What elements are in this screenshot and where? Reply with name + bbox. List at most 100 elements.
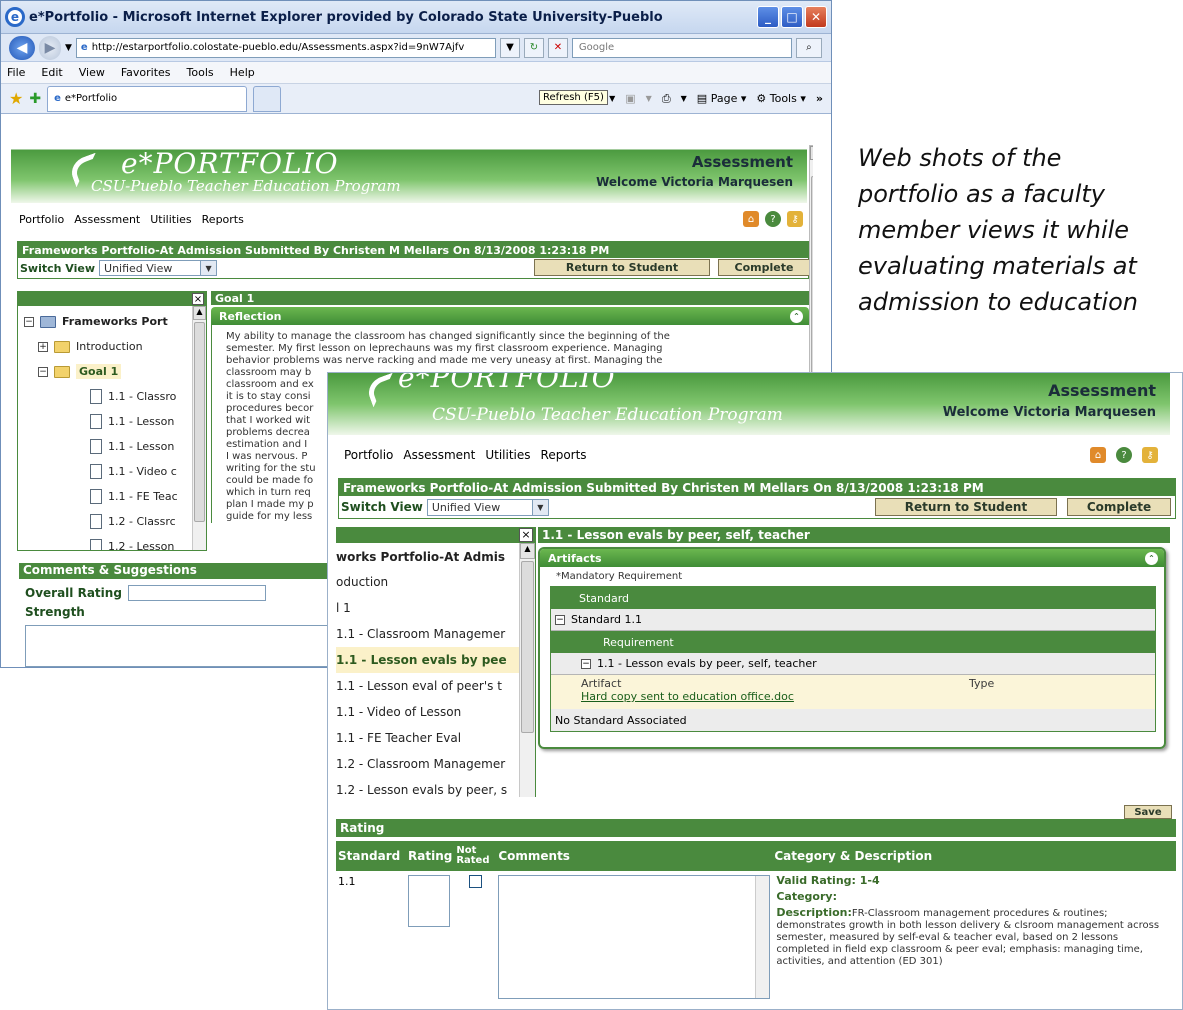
key-icon[interactable]: ⚷ xyxy=(1142,447,1158,463)
tree-item[interactable]: 1.1 - FE Teacher Eval xyxy=(336,725,535,751)
nav-assessment[interactable]: Assessment xyxy=(403,448,475,462)
minimize-button[interactable]: _ xyxy=(757,6,779,28)
chevron-more-icon[interactable]: » xyxy=(816,92,823,105)
address-dropdown-button[interactable]: ▼ xyxy=(499,37,520,58)
artifact-link[interactable]: Hard copy sent to education office.doc xyxy=(581,690,1155,703)
nav-reports[interactable]: Reports xyxy=(202,213,244,226)
tree-item[interactable]: 1.1 - Lesson eval of peer's t xyxy=(336,673,535,699)
key-icon[interactable]: ⚷ xyxy=(787,211,803,227)
nav-portfolio[interactable]: Portfolio xyxy=(19,213,64,226)
tools-menu[interactable]: ⚙ Tools ▾ xyxy=(756,92,806,105)
tree-item[interactable]: oduction xyxy=(336,569,535,595)
tree-item[interactable]: + Introduction xyxy=(24,334,206,359)
help-icon[interactable]: ? xyxy=(765,211,781,227)
collapse-artifacts-icon[interactable]: ⌃ xyxy=(1145,551,1158,565)
tools-gear-icon: ⚙ xyxy=(756,92,767,105)
tree-item[interactable]: 1.1 - Classroom Managemer xyxy=(336,621,535,647)
tree-item[interactable]: 1.1 - Lesson xyxy=(24,409,206,434)
overall-rating-input[interactable] xyxy=(127,585,266,601)
menu-help[interactable]: Help xyxy=(230,66,255,79)
tree-item[interactable]: l 1 xyxy=(336,595,535,621)
logo-subtitle-2: CSU-Pueblo Teacher Education Program xyxy=(432,405,783,425)
tree-item[interactable]: 1.1 - Lesson xyxy=(24,434,206,459)
nav-portfolio[interactable]: Portfolio xyxy=(344,448,393,462)
search-icon[interactable]: ⌕ xyxy=(795,37,822,58)
menu-view[interactable]: View xyxy=(79,66,105,79)
stop-icon[interactable]: ✕ xyxy=(547,37,568,58)
close-tree-icon[interactable]: × xyxy=(519,528,533,542)
page-menu[interactable]: ▤ Page ▾ xyxy=(697,92,747,105)
tree-item[interactable]: − Goal 1 xyxy=(24,359,206,384)
print-icon[interactable]: ⎙ xyxy=(662,92,671,106)
nav-utilities[interactable]: Utilities xyxy=(485,448,530,462)
scroll-thumb[interactable] xyxy=(521,561,534,733)
tree-item[interactable]: works Portfolio-At Admis xyxy=(336,545,535,569)
refresh-icon[interactable]: ↻ xyxy=(523,37,544,58)
tree-item-label: 1.1 - Lesson eval of peer's t xyxy=(336,679,502,693)
comments-textarea[interactable] xyxy=(498,875,771,999)
help-icon[interactable]: ? xyxy=(1116,447,1132,463)
forward-button[interactable]: ▶ xyxy=(39,35,61,60)
menu-file[interactable]: File xyxy=(7,66,25,79)
home-nav-icon[interactable]: ⌂ xyxy=(743,211,759,227)
overall-rating-label: Overall Rating xyxy=(25,586,122,600)
tree-item[interactable]: 1.1 - Classro xyxy=(24,384,206,409)
not-rated-checkbox[interactable] xyxy=(468,875,482,888)
print-dropdown-icon[interactable]: ▼ xyxy=(681,94,687,103)
new-tab-button[interactable] xyxy=(253,85,282,112)
collapse-requirement-icon[interactable]: − xyxy=(581,658,591,669)
home-nav-icon[interactable]: ⌂ xyxy=(1090,447,1106,463)
scroll-up-icon[interactable]: ▲ xyxy=(520,543,535,559)
search-input[interactable]: Google xyxy=(571,37,792,58)
collapse-standard-icon[interactable]: − xyxy=(555,614,565,625)
return-to-student-button[interactable]: Return to Student xyxy=(534,259,710,276)
collapse-icon[interactable]: − xyxy=(38,366,48,377)
strength-input[interactable] xyxy=(25,625,329,667)
tree-item[interactable]: 1.2 - Lesson evals by peer, s xyxy=(336,777,535,797)
menu-favorites[interactable]: Favorites xyxy=(121,66,171,79)
nav-utilities[interactable]: Utilities xyxy=(150,213,191,226)
menu-tools[interactable]: Tools xyxy=(187,66,214,79)
tree-item[interactable]: 1.1 - FE Teac xyxy=(24,484,206,509)
close-window-button[interactable]: ✕ xyxy=(805,6,827,28)
page-scroll-up-icon[interactable]: ▲ xyxy=(810,146,813,160)
expand-icon[interactable]: + xyxy=(38,341,48,352)
scroll-up-icon[interactable]: ▲ xyxy=(193,306,206,320)
complete-button[interactable]: Complete xyxy=(718,259,810,276)
tree-item[interactable]: 1.2 - Classroom Managemer xyxy=(336,751,535,777)
tree-item[interactable]: 1.2 - Lesson xyxy=(24,534,206,550)
feeds-icon[interactable]: ▣ xyxy=(625,92,635,105)
tab-eportfolio[interactable]: e e*Portfolio xyxy=(47,85,248,112)
rating-input[interactable] xyxy=(408,875,450,927)
maximize-button[interactable]: □ xyxy=(781,6,803,28)
switch-view-select[interactable]: Unified View ▼ xyxy=(426,498,549,516)
back-button[interactable]: ◀ xyxy=(9,35,35,60)
nav-reports[interactable]: Reports xyxy=(541,448,587,462)
collapse-reflection-icon[interactable]: ⌃ xyxy=(790,309,803,323)
close-tree-icon[interactable]: × xyxy=(192,293,204,305)
tree-item[interactable]: − Frameworks Port xyxy=(24,309,206,334)
history-dropdown-icon[interactable]: ▼ xyxy=(65,43,72,53)
tree-scrollbar-2[interactable]: ▲ xyxy=(519,543,535,797)
tree-item[interactable]: 1.1 - Video of Lesson xyxy=(336,699,535,725)
collapse-icon[interactable]: − xyxy=(24,316,34,327)
add-favorite-icon[interactable]: ✚ xyxy=(29,91,41,107)
nav-assessment[interactable]: Assessment xyxy=(74,213,140,226)
tree-scrollbar[interactable]: ▲ xyxy=(192,306,206,550)
return-to-student-button[interactable]: Return to Student xyxy=(875,498,1057,516)
menu-edit[interactable]: Edit xyxy=(41,66,62,79)
comments-scrollbar[interactable] xyxy=(755,876,770,998)
save-button[interactable]: Save xyxy=(1124,805,1172,819)
feeds-dropdown-icon[interactable]: ▼ xyxy=(646,94,652,103)
scroll-thumb[interactable] xyxy=(194,322,205,522)
complete-button[interactable]: Complete xyxy=(1067,498,1171,516)
standard-header: Standard xyxy=(551,587,1155,609)
tree-item[interactable]: 1.1 - Lesson evals by pee xyxy=(336,647,535,673)
home-dropdown-icon[interactable]: ▼ xyxy=(609,94,615,103)
address-input[interactable]: e http://estarportfolio.colostate-pueblo… xyxy=(75,37,496,58)
tree-item[interactable]: 1.1 - Video c xyxy=(24,459,206,484)
switch-view-select[interactable]: Unified View ▼ xyxy=(99,260,218,276)
tree-item[interactable]: 1.2 - Classrc xyxy=(24,509,206,534)
document-icon xyxy=(90,464,102,479)
favorites-star-icon[interactable]: ★ xyxy=(9,89,23,108)
